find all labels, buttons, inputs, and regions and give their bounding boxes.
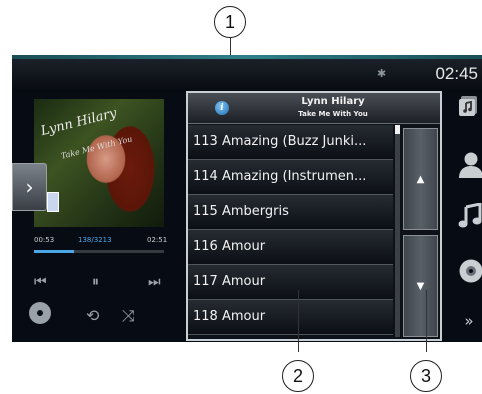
head-unit-screen: ✱ 02:45 Lynn Hilary Take Me With You › 0… bbox=[12, 55, 482, 342]
mini-cover-thumbnail bbox=[47, 192, 59, 212]
track-row[interactable]: 113 Amazing (Buzz Junki... bbox=[188, 125, 393, 160]
callout-2: 2 bbox=[282, 360, 314, 392]
album-name: Take Me With You bbox=[298, 110, 368, 118]
track-counter: 138/3213 bbox=[78, 236, 112, 244]
progress-bar[interactable] bbox=[34, 250, 164, 253]
scrollbar-thumb[interactable] bbox=[395, 125, 400, 134]
scroll-up-button[interactable]: ▲ bbox=[403, 128, 438, 230]
settings-gear-icon[interactable] bbox=[29, 302, 51, 324]
previous-track-button[interactable]: ⏮ bbox=[34, 275, 47, 289]
pause-button[interactable]: ⏸ bbox=[92, 275, 99, 289]
disc-icon[interactable] bbox=[458, 258, 482, 284]
artist-name: Lynn Hilary bbox=[301, 96, 365, 107]
chevron-right-icon: › bbox=[25, 175, 34, 199]
artist-icon[interactable] bbox=[458, 151, 482, 179]
track-list-panel: i Lynn Hilary Take Me With You 113 Amazi… bbox=[186, 91, 442, 341]
elapsed-time: 00:53 bbox=[34, 236, 55, 244]
more-icon[interactable]: » bbox=[458, 311, 480, 331]
clock: 02:45 bbox=[435, 64, 478, 83]
callout-3: 3 bbox=[410, 360, 442, 392]
music-note-icon[interactable] bbox=[458, 203, 482, 229]
list-header: i Lynn Hilary Take Me With You bbox=[188, 93, 440, 124]
callout-3-leader bbox=[426, 290, 427, 352]
list-scrollbar[interactable] bbox=[395, 125, 400, 337]
next-track-button[interactable]: ⏭ bbox=[148, 275, 161, 289]
arrow-up-icon: ▲ bbox=[416, 173, 425, 185]
repeat-button[interactable]: ⟲ bbox=[86, 308, 99, 324]
info-icon[interactable]: i bbox=[215, 101, 229, 115]
track-row[interactable]: 114 Amazing (Instrumen... bbox=[188, 160, 393, 195]
album-art-subtitle: Take Me With You bbox=[59, 134, 134, 161]
track-row[interactable]: 118 Amour bbox=[188, 300, 393, 335]
status-bar: ✱ 02:45 bbox=[12, 55, 482, 92]
bluetooth-icon: ✱ bbox=[377, 67, 387, 80]
status-bar-accent bbox=[12, 55, 482, 59]
track-row[interactable]: 117 Amour bbox=[188, 265, 393, 300]
track-row[interactable]: 115 Ambergris bbox=[188, 195, 393, 230]
arrow-down-icon: ▼ bbox=[416, 280, 425, 292]
expand-panel-button[interactable]: › bbox=[12, 163, 47, 211]
scroll-down-button[interactable]: ▼ bbox=[403, 235, 438, 337]
callout-2-leader bbox=[298, 290, 299, 352]
music-library-icon[interactable] bbox=[458, 95, 480, 117]
progress-fill bbox=[34, 250, 75, 253]
track-duration: 02:51 bbox=[147, 236, 168, 244]
track-row[interactable]: 116 Amour bbox=[188, 230, 393, 265]
album-art-title: Lynn Hilary bbox=[39, 105, 119, 140]
callout-1: 1 bbox=[214, 6, 246, 38]
shuffle-button[interactable]: ⤨ bbox=[122, 308, 135, 324]
